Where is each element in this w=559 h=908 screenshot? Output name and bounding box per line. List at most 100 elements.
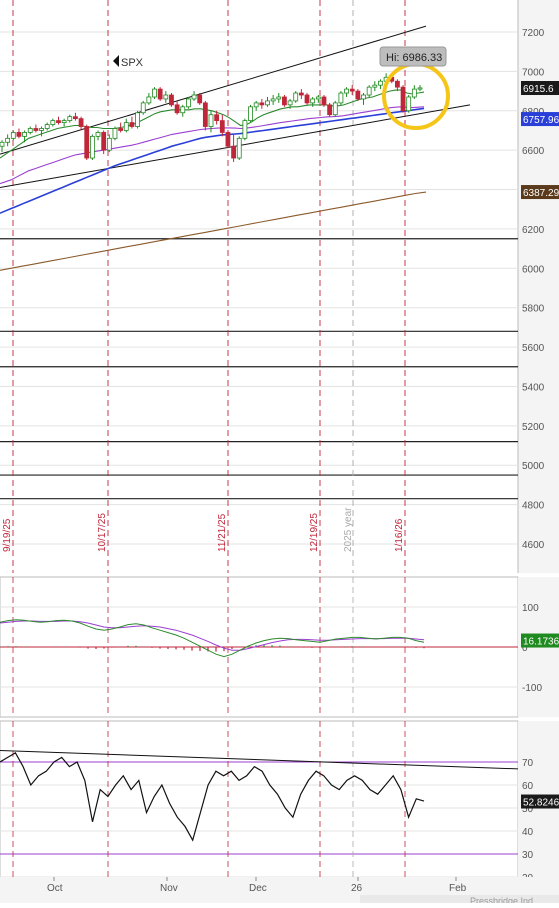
- symbol-label: SPX: [121, 57, 144, 69]
- candle-body: [163, 94, 169, 100]
- price-y-tick-label: 5400: [522, 382, 545, 393]
- candle-body: [152, 88, 157, 98]
- macd-y-tick-label: 100: [522, 603, 539, 614]
- date-marker-label: 12/19/25: [309, 513, 320, 552]
- candle-body: [242, 120, 248, 139]
- rsi-y-tick-label: 40: [522, 827, 534, 838]
- candle-body: [372, 84, 378, 88]
- x-axis-label: Nov: [160, 883, 178, 894]
- candle-body: [327, 104, 333, 116]
- macd-last-label: 16.1736: [523, 637, 559, 648]
- candle-body: [417, 87, 423, 90]
- footer-text: Pressbridge Ind: [470, 896, 533, 903]
- candle-body: [186, 98, 191, 108]
- candle-body: [236, 137, 242, 159]
- candle-body: [265, 100, 270, 106]
- ma-200-price-label: 6387.29: [523, 188, 559, 199]
- candle-body: [287, 100, 293, 106]
- candle-body: [33, 128, 39, 131]
- candle-body: [118, 128, 124, 131]
- candle-body: [282, 96, 287, 106]
- candle-body: [84, 126, 90, 159]
- price-panel: 7200700068006600640062006000580056005400…: [0, 0, 559, 573]
- rsi-y-tick-label: 30: [522, 850, 534, 861]
- candle-body: [214, 114, 220, 122]
- chart-area[interactable]: 7200700068006600640062006000580056005400…: [0, 0, 559, 906]
- rsi-y-tick-label: 70: [522, 758, 534, 769]
- candle-body: [270, 98, 276, 102]
- candle-body: [298, 92, 304, 96]
- candle-body: [101, 132, 107, 151]
- price-y-tick-label: 5800: [522, 304, 545, 315]
- ma-mid-price-label: 6757.96: [523, 115, 559, 126]
- candle-body: [378, 80, 383, 86]
- rsi-y-tick-label: 60: [522, 781, 534, 792]
- candle-body: [27, 128, 33, 133]
- date-marker-label: 10/17/25: [97, 513, 108, 552]
- x-axis: Oct Nov Dec 26 FebPressbridge Ind: [0, 877, 559, 906]
- candle-body: [208, 114, 214, 127]
- candle-body: [67, 116, 73, 122]
- candle-body: [332, 102, 338, 116]
- date-marker-label: 1/16/26: [394, 518, 405, 552]
- candle-body: [89, 135, 95, 159]
- candle-body: [140, 102, 146, 114]
- candle-body: [344, 88, 349, 94]
- candle-body: [16, 132, 22, 137]
- candle-body: [248, 106, 253, 122]
- candle-body: [310, 98, 316, 104]
- candle-body: [411, 88, 417, 98]
- candle-body: [355, 90, 361, 100]
- hi-tooltip-label: Hi: 6986.33: [386, 52, 442, 64]
- candle-body: [304, 94, 310, 104]
- candle-body: [56, 120, 61, 123]
- candle-body: [231, 145, 236, 159]
- price-y-tick-label: 4600: [522, 540, 545, 551]
- candle-body: [395, 80, 400, 88]
- candle-body: [180, 106, 186, 114]
- candle-body: [78, 118, 84, 127]
- candle-body: [400, 86, 406, 112]
- candle-body: [106, 137, 112, 151]
- candle-body: [276, 96, 282, 100]
- hi-tooltip: Hi: 6986.33: [379, 46, 447, 67]
- candle-body: [225, 132, 231, 147]
- candle-body: [315, 96, 321, 100]
- candle-body: [50, 120, 56, 125]
- candle-body: [174, 104, 180, 114]
- date-marker-label: 9/19/25: [2, 518, 13, 552]
- price-y-tick-label: 7000: [522, 67, 545, 78]
- candle-body: [361, 94, 366, 100]
- candle-body: [129, 122, 135, 127]
- chart-svg: 7200700068006600640062006000580056005400…: [0, 0, 559, 906]
- price-y-tick-label: 6200: [522, 225, 545, 236]
- candle-body: [112, 128, 118, 139]
- candle-body: [0, 141, 5, 147]
- candle-body: [338, 92, 344, 104]
- candle-body: [406, 96, 412, 112]
- price-y-tick-label: 5000: [522, 461, 545, 472]
- x-axis-label: Dec: [249, 883, 267, 894]
- candle-body: [95, 132, 101, 137]
- candle-body: [10, 132, 16, 139]
- candle-body: [293, 92, 299, 102]
- year-marker-label: 2025 year: [343, 507, 354, 552]
- macd-y-tick-label: -100: [522, 683, 542, 694]
- candle-body: [146, 96, 152, 104]
- last-price-label: 6915.6: [523, 84, 554, 95]
- price-y-tick-label: 5200: [522, 422, 545, 433]
- candle-body: [61, 120, 67, 123]
- macd-panel: 1000-10016.1736: [0, 576, 559, 718]
- price-y-tick-label: 5600: [522, 343, 545, 354]
- candle-body: [73, 116, 78, 120]
- candle-body: [22, 132, 27, 137]
- price-y-tick-label: 4800: [522, 501, 545, 512]
- candle-body: [169, 94, 174, 106]
- date-marker-label: 11/21/25: [217, 513, 228, 552]
- candle-body: [219, 120, 225, 133]
- x-axis-label: 26: [351, 883, 363, 894]
- candle-body: [321, 96, 327, 106]
- price-y-tick-label: 6000: [522, 264, 545, 275]
- rsi-panel: 70605040302052.8246: [0, 720, 559, 884]
- x-axis-label: Oct: [47, 883, 63, 894]
